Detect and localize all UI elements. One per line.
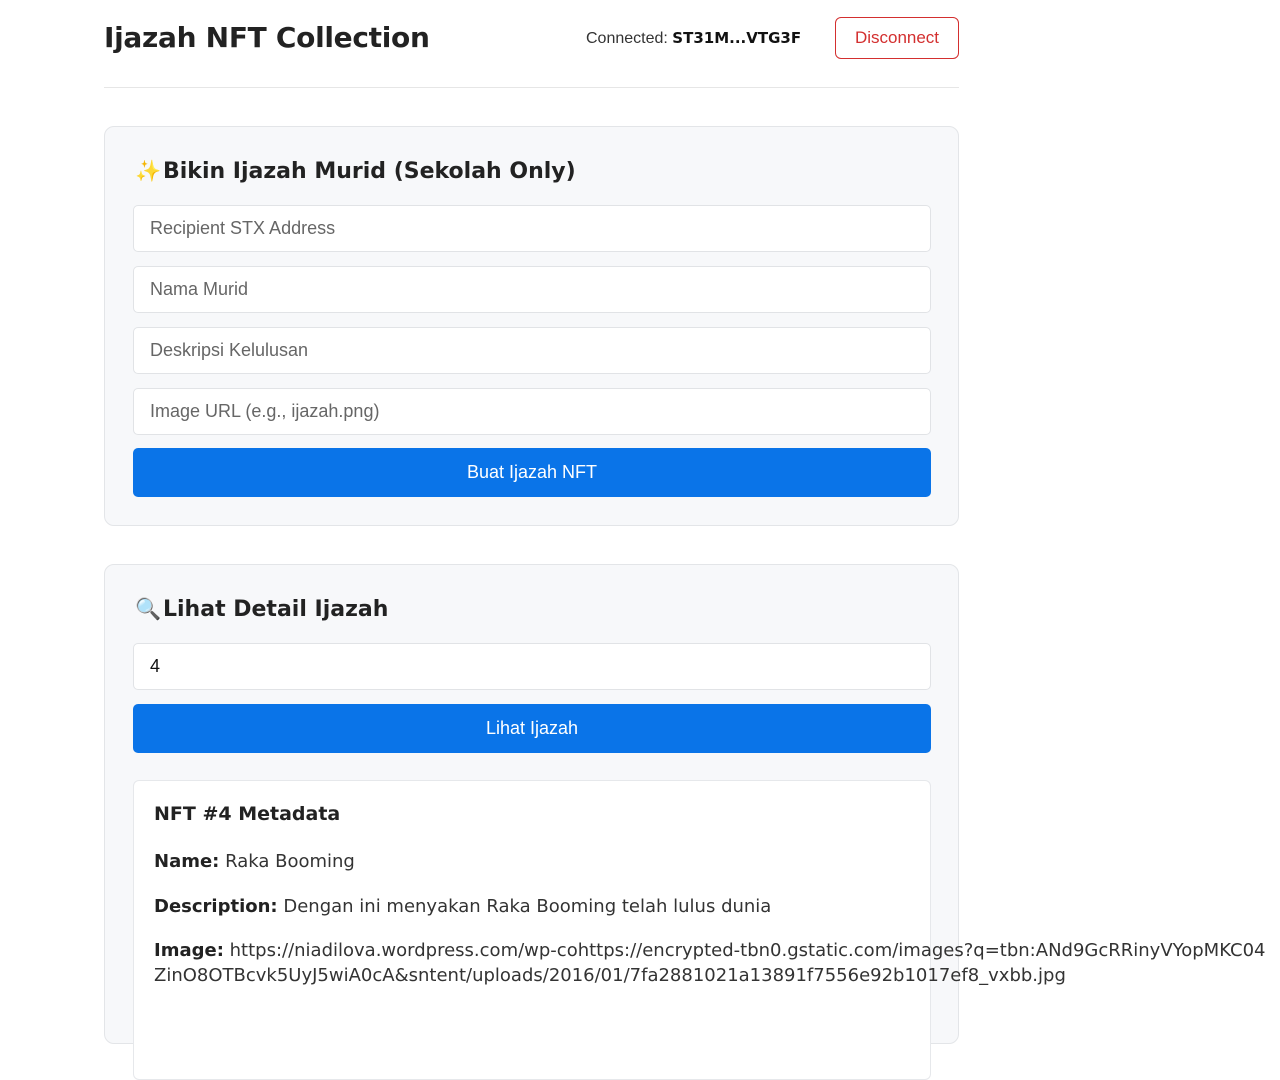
sparkles-icon: ✨ [135,159,162,183]
graduation-description-input[interactable] [133,327,931,374]
image-url-input[interactable] [133,388,931,435]
view-title-text: Lihat Detail Ijazah [163,597,389,622]
metadata-name-row: Name: Raka Booming [154,849,355,874]
app-header: Ijazah NFT Collection Connected: ST31M..… [104,0,959,88]
nft-metadata-panel: NFT #4 Metadata Name: Raka Booming Descr… [133,780,1266,1080]
page-container: Ijazah NFT Collection Connected: ST31M..… [104,0,1266,1080]
metadata-image-row: Image: https://niadilova.wordpress.com/w… [154,938,1274,988]
connected-label: Connected: [586,30,668,47]
metadata-image-label: Image: [154,940,224,961]
magnifier-icon: 🔍 [135,597,162,621]
metadata-title: NFT #4 Metadata [154,803,341,825]
metadata-image-value: https://niadilova.wordpress.com/wp-cohtt… [154,940,1266,986]
metadata-description-label: Description: [154,896,278,917]
connection-status: Connected: ST31M...VTG3F [586,29,801,48]
mint-ijazah-button[interactable]: Buat Ijazah NFT [133,448,931,497]
mint-title-text: Bikin Ijazah Murid (Sekolah Only) [163,159,576,184]
recipient-address-input[interactable] [133,205,931,252]
disconnect-button[interactable]: Disconnect [835,17,959,59]
token-id-input[interactable] [133,643,931,690]
mint-ijazah-card: ✨Bikin Ijazah Murid (Sekolah Only) Buat … [104,126,959,526]
view-section-title: 🔍Lihat Detail Ijazah [135,597,388,622]
view-ijazah-button[interactable]: Lihat Ijazah [133,704,931,753]
page-title: Ijazah NFT Collection [104,21,430,54]
metadata-description-value: Dengan ini menyakan Raka Booming telah l… [283,896,772,917]
mint-section-title: ✨Bikin Ijazah Murid (Sekolah Only) [135,159,576,184]
metadata-description-row: Description: Dengan ini menyakan Raka Bo… [154,894,771,919]
metadata-name-label: Name: [154,851,220,872]
connected-address: ST31M...VTG3F [672,29,802,47]
view-ijazah-card: 🔍Lihat Detail Ijazah Lihat Ijazah NFT #4… [104,564,1266,1080]
student-name-input[interactable] [133,266,931,313]
metadata-name-value: Raka Booming [225,851,355,872]
